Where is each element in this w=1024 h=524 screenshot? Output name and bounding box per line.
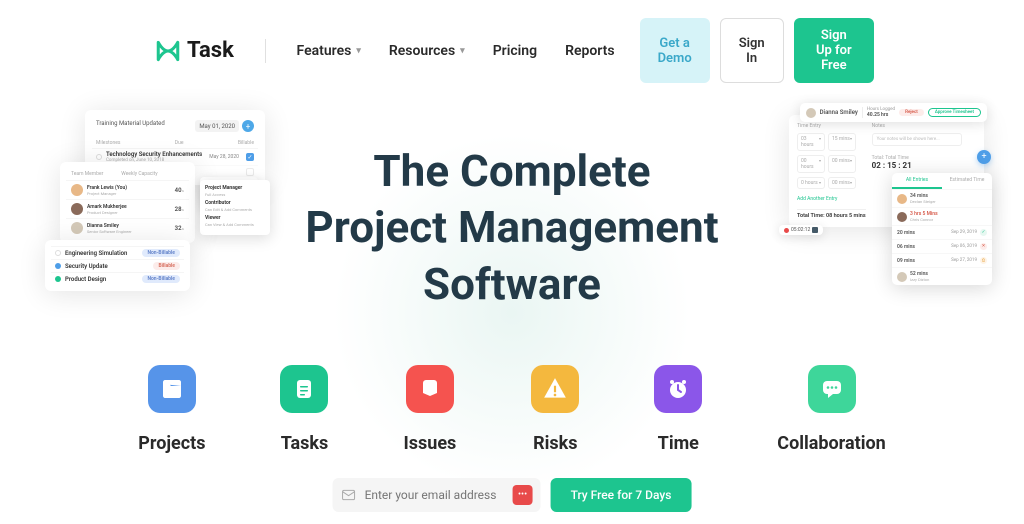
feature-projects[interactable]: Projects	[138, 365, 205, 454]
avatar	[806, 108, 816, 118]
chat-icon	[820, 377, 844, 401]
user-pill: Dianna Smiley Hours Logged40.25 hrs Reje…	[800, 103, 987, 122]
warning-icon	[542, 376, 568, 402]
logo-icon	[155, 38, 181, 64]
date-badge: May 01, 2020	[195, 120, 239, 132]
email-input-wrap: •••	[333, 478, 541, 512]
reject-button[interactable]: Reject	[899, 109, 924, 116]
card-title: Training Material Updated	[96, 120, 165, 132]
approve-button[interactable]: Approve Timesheet	[928, 108, 981, 117]
folder-icon	[160, 377, 184, 401]
email-bar: ••• Try Free for 7 Days	[333, 478, 692, 512]
sign-in-button[interactable]: Sign In	[720, 18, 784, 83]
feature-tasks[interactable]: Tasks	[280, 365, 328, 454]
get-demo-button[interactable]: Get a Demo	[640, 18, 710, 83]
divider	[265, 39, 266, 63]
feature-issues[interactable]: Issues	[403, 365, 456, 454]
nav-menu: Features▾ Resources▾ Pricing Reports	[297, 43, 615, 59]
nav-reports[interactable]: Reports	[565, 43, 615, 59]
feature-collaboration[interactable]: Collaboration	[777, 365, 885, 454]
feature-row: Projects Tasks Issues Risks Time Collabo…	[0, 365, 1024, 454]
hero: The Complete Project Management Software	[0, 143, 1024, 312]
warning-icon: •••	[513, 485, 533, 505]
feature-time[interactable]: Time	[654, 365, 702, 454]
chevron-down-icon: ▾	[356, 46, 361, 56]
email-icon	[341, 487, 357, 503]
nav-features[interactable]: Features▾	[297, 43, 361, 59]
nav-resources[interactable]: Resources▾	[389, 43, 465, 59]
email-input[interactable]	[365, 488, 505, 502]
try-free-button[interactable]: Try Free for 7 Days	[551, 478, 692, 512]
chevron-down-icon: ▾	[460, 46, 465, 56]
feature-risks[interactable]: Risks	[531, 365, 579, 454]
add-icon[interactable]: +	[242, 120, 254, 132]
logo-text: Task	[187, 38, 234, 63]
header-actions: Get a Demo Sign In Sign Up for Free	[640, 18, 874, 83]
hero-title: The Complete Project Management Software	[0, 143, 1024, 312]
clock-icon	[666, 377, 690, 401]
site-header: Task Features▾ Resources▾ Pricing Report…	[0, 0, 1024, 83]
flag-icon	[418, 377, 442, 401]
nav-pricing[interactable]: Pricing	[493, 43, 537, 59]
sign-up-button[interactable]: Sign Up for Free	[794, 18, 874, 83]
logo[interactable]: Task	[155, 38, 234, 64]
clipboard-icon	[292, 377, 316, 401]
